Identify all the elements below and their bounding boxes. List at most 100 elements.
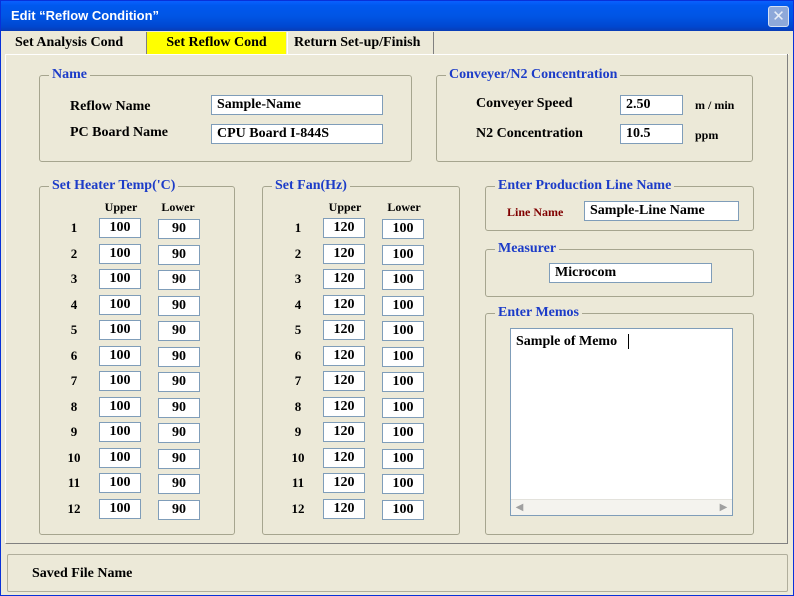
fan-upper-field[interactable]: 120 <box>323 396 365 417</box>
n2-concentration-unit: ppm <box>695 128 719 142</box>
conveyer-speed-field[interactable]: 2.50 <box>620 95 683 115</box>
heater-lower-field[interactable]: 90 <box>158 423 200 443</box>
fan-upper-field[interactable]: 120 <box>323 269 365 289</box>
measurer-field[interactable]: Microcom <box>549 263 712 283</box>
heater-row-number: 10 <box>67 449 81 465</box>
heater-lower-field[interactable]: 90 <box>158 219 200 239</box>
tab-return-setup-finish[interactable]: Return Set-up/Finish <box>287 32 434 54</box>
fan-upper-field[interactable]: 120 <box>323 243 365 264</box>
fan-row-number: 12 <box>291 500 305 516</box>
heater-lower-field[interactable]: 90 <box>158 499 200 520</box>
fan-upper-field[interactable]: 120 <box>323 294 365 315</box>
heater-lower-header: Lower <box>161 200 195 214</box>
close-button[interactable]: ✕ <box>768 6 789 27</box>
pc-board-name-label: PC Board Name <box>70 125 168 140</box>
heater-upper-field[interactable]: 100 <box>99 422 141 442</box>
fan-lower-field[interactable]: 100 <box>382 423 424 443</box>
text-cursor <box>628 334 629 349</box>
fan-lower-field[interactable]: 100 <box>382 474 424 494</box>
heater-upper-field[interactable]: 100 <box>99 269 141 289</box>
name-group: Name <box>39 66 412 162</box>
horizontal-scrollbar[interactable]: ◀ ▶ <box>511 499 732 515</box>
fan-upper-field[interactable]: 120 <box>323 345 365 366</box>
fan-lower-field[interactable]: 100 <box>382 346 424 367</box>
heater-row-number: 4 <box>70 296 78 312</box>
arrow-right-icon[interactable]: ▶ <box>716 501 731 515</box>
heater-upper-field[interactable]: 100 <box>99 396 141 417</box>
heater-row-number: 5 <box>70 322 78 337</box>
memo-textarea[interactable]: Sample of Memo ◀ ▶ <box>510 328 733 516</box>
heater-upper-field[interactable]: 100 <box>99 345 141 366</box>
pc-board-name-field[interactable]: CPU Board I-844S <box>211 124 383 144</box>
heater-upper-field[interactable]: 100 <box>99 243 141 264</box>
heater-temp-group-title: Set Heater Temp('C) <box>49 177 179 195</box>
conveyer-n2-group: Conveyer/N2 Concentration <box>436 66 753 162</box>
line-name-field[interactable]: Sample-Line Name <box>584 201 739 221</box>
fan-upper-field[interactable]: 120 <box>323 422 365 442</box>
fan-row-number: 3 <box>294 271 302 286</box>
status-bar: Saved File Name <box>7 554 788 592</box>
heater-lower-field[interactable]: 90 <box>158 346 200 367</box>
fan-lower-field[interactable]: 100 <box>382 448 424 469</box>
fan-lower-field[interactable]: 100 <box>382 244 424 265</box>
fan-lower-field[interactable]: 100 <box>382 372 424 392</box>
heater-row-number: 7 <box>70 373 78 388</box>
fan-lower-header: Lower <box>387 200 421 214</box>
heater-upper-field[interactable]: 100 <box>99 498 141 519</box>
fan-lower-field[interactable]: 100 <box>382 219 424 239</box>
heater-upper-field[interactable]: 100 <box>99 447 141 468</box>
fan-upper-field[interactable]: 120 <box>323 473 365 493</box>
heater-upper-field[interactable]: 100 <box>99 218 141 238</box>
memo-text: Sample of Memo <box>516 334 618 349</box>
heater-lower-field[interactable]: 90 <box>158 397 200 418</box>
reflow-name-label: Reflow Name <box>70 99 151 114</box>
fan-row-number: 11 <box>291 475 305 490</box>
heater-row-number: 1 <box>70 220 78 235</box>
heater-lower-field[interactable]: 90 <box>158 270 200 290</box>
fan-lower-field[interactable]: 100 <box>382 321 424 341</box>
heater-lower-field[interactable]: 90 <box>158 321 200 341</box>
close-icon: ✕ <box>772 7 785 25</box>
fan-row-number: 4 <box>294 296 302 312</box>
fan-row-number: 1 <box>294 220 302 235</box>
heater-upper-field[interactable]: 100 <box>99 371 141 391</box>
line-name-label: Line Name <box>507 205 564 219</box>
heater-lower-field[interactable]: 90 <box>158 295 200 316</box>
heater-row-number: 8 <box>70 398 78 414</box>
heater-lower-field[interactable]: 90 <box>158 244 200 265</box>
memos-group-title: Enter Memos <box>495 304 582 322</box>
fan-lower-field[interactable]: 100 <box>382 397 424 418</box>
fan-lower-field[interactable]: 100 <box>382 499 424 520</box>
fan-upper-field[interactable]: 120 <box>323 371 365 391</box>
n2-concentration-field[interactable]: 10.5 <box>620 124 683 144</box>
fan-upper-field[interactable]: 120 <box>323 320 365 340</box>
heater-upper-field[interactable]: 100 <box>99 294 141 315</box>
fan-row-number: 5 <box>294 322 302 337</box>
heater-upper-field[interactable]: 100 <box>99 320 141 340</box>
fan-upper-header: Upper <box>328 200 362 214</box>
production-line-group-title: Enter Production Line Name <box>495 177 675 195</box>
fan-upper-field[interactable]: 120 <box>323 218 365 238</box>
heater-lower-field[interactable]: 90 <box>158 474 200 494</box>
fan-lower-field[interactable]: 100 <box>382 270 424 290</box>
fan-row-number: 2 <box>294 245 302 261</box>
fan-row-number: 8 <box>294 398 302 414</box>
heater-lower-field[interactable]: 90 <box>158 372 200 392</box>
fan-upper-field[interactable]: 120 <box>323 447 365 468</box>
title-bar[interactable]: Edit “Reflow Condition” ✕ <box>1 1 793 31</box>
heater-upper-field[interactable]: 100 <box>99 473 141 493</box>
tab-set-analysis-cond[interactable]: Set Analysis Cond <box>9 32 147 54</box>
heater-lower-field[interactable]: 90 <box>158 448 200 469</box>
tab-set-reflow-cond[interactable]: Set Reflow Cond <box>147 32 286 54</box>
fan-lower-field[interactable]: 100 <box>382 295 424 316</box>
name-group-title: Name <box>49 66 90 84</box>
fan-row-number: 6 <box>294 347 302 363</box>
fan-upper-field[interactable]: 120 <box>323 498 365 519</box>
window-title: Edit “Reflow Condition” <box>11 8 160 23</box>
n2-concentration-label: N2 Concentration <box>476 126 583 141</box>
arrow-left-icon[interactable]: ◀ <box>512 501 527 515</box>
dialog-window: Edit “Reflow Condition” ✕ Set Analysis C… <box>0 0 794 596</box>
fan-row-number: 10 <box>291 449 305 465</box>
measurer-group-title: Measurer <box>495 240 560 258</box>
reflow-name-field[interactable]: Sample-Name <box>211 95 383 115</box>
